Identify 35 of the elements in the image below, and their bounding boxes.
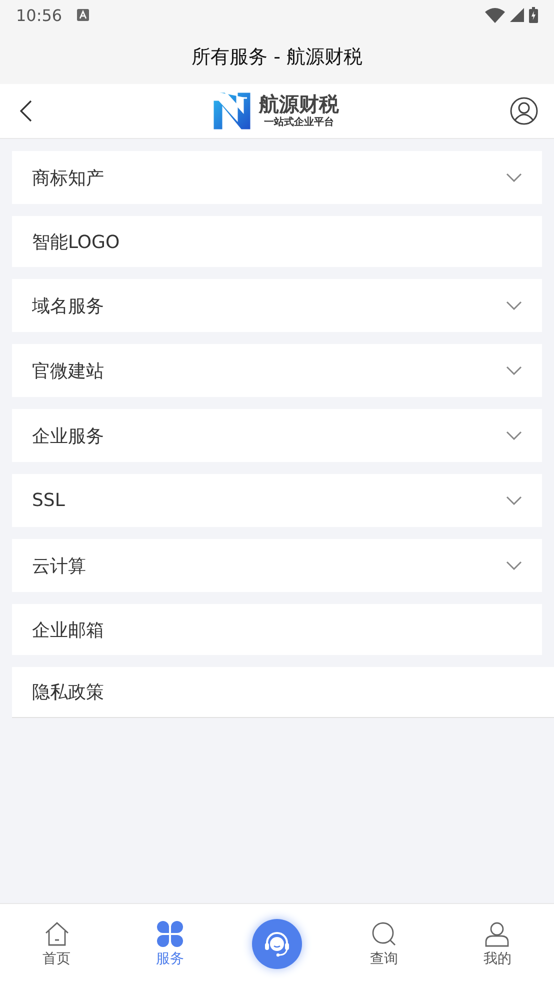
signal-icon <box>510 8 524 22</box>
brand-tagline: 一站式企业平台 <box>264 116 334 129</box>
window-title: 所有服务 - 航源财税 <box>192 45 362 70</box>
tab-item[interactable]: 我的 <box>440 904 554 984</box>
brand-name: 航源财税 <box>259 93 339 115</box>
tab-item[interactable]: 查询 <box>328 904 441 984</box>
chevron-down-icon <box>506 173 522 182</box>
menu-item[interactable]: 云计算 <box>12 539 542 592</box>
menu-item[interactable]: SSL <box>12 474 542 527</box>
headset-icon <box>262 929 292 959</box>
support-button[interactable] <box>252 919 302 969</box>
status-time: 10:56 <box>16 6 62 24</box>
chevron-down-icon <box>506 496 522 505</box>
menu-item[interactable]: 官微建站 <box>12 344 542 397</box>
back-button[interactable] <box>18 98 34 124</box>
wifi-icon <box>485 8 505 22</box>
home-icon <box>44 920 70 946</box>
menu-item[interactable]: 企业服务 <box>12 409 542 462</box>
battery-icon <box>529 7 538 23</box>
chevron-down-icon <box>506 366 522 375</box>
menu-item[interactable]: 智能LOGO <box>12 216 542 267</box>
chevron-down-icon <box>506 301 522 310</box>
person-icon <box>484 920 510 946</box>
account-button[interactable] <box>508 95 540 127</box>
search-icon <box>371 920 398 946</box>
keyboard-icon <box>77 9 90 21</box>
menu-item[interactable]: 商标知产 <box>12 151 542 204</box>
chevron-down-icon <box>506 561 522 570</box>
logo-icon <box>211 90 253 132</box>
menu-item[interactable]: 域名服务 <box>12 279 542 332</box>
chevron-down-icon <box>506 431 522 440</box>
tab-item[interactable]: 服务 <box>113 904 226 984</box>
menu-item[interactable]: 企业邮箱 <box>12 604 542 655</box>
clover-icon <box>156 920 183 946</box>
tab-item[interactable]: 首页 <box>0 904 114 984</box>
